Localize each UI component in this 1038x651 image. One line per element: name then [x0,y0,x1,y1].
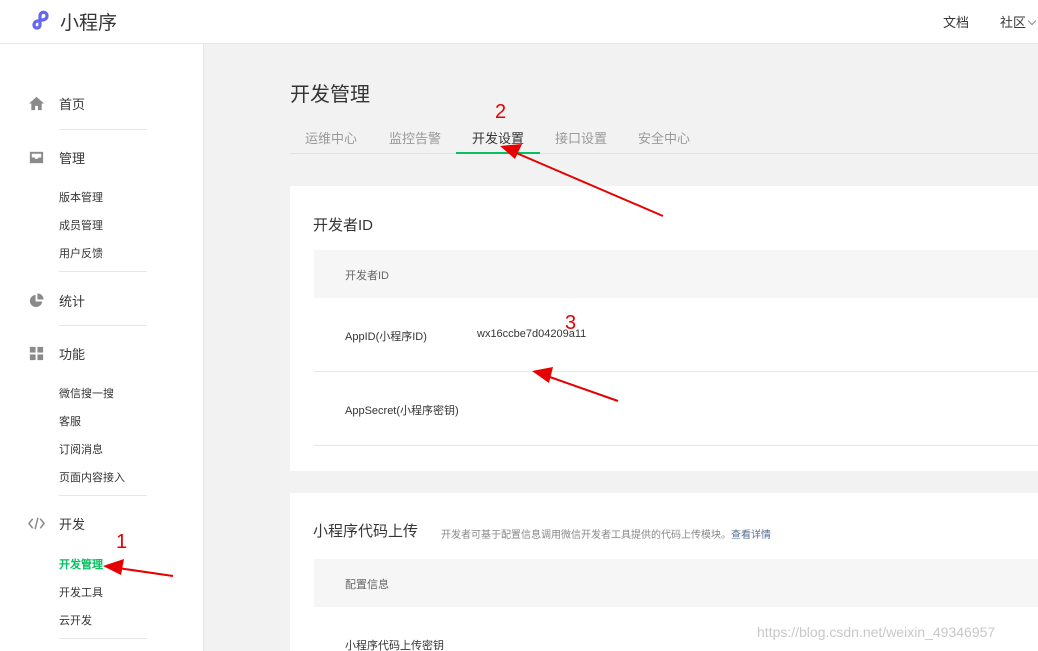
table-header-label: 配置信息 [345,579,389,591]
sidebar-item-search[interactable]: 微信搜一搜 [59,385,114,401]
sidebar-item-cloud-dev[interactable]: 云开发 [59,612,92,628]
community-label: 社区 [1000,15,1027,30]
chevron-down-icon [1027,16,1037,26]
docs-link[interactable]: 文档 [943,12,969,31]
sidebar-item-dev-tools[interactable]: 开发工具 [59,584,103,600]
table-header-label: 开发者ID [345,270,389,282]
sidebar-item-label: 管理 [59,150,86,166]
appsecret-label: AppSecret(小程序密钥) [345,405,459,417]
top-bar: 小程序 文档 社区 [0,0,1038,44]
card-title: 开发者ID [313,217,374,234]
tab-security-center[interactable]: 安全中心 [638,128,690,147]
sidebar-item-label: 首页 [59,96,86,112]
community-menu[interactable]: 社区 [1000,12,1037,31]
page-title: 开发管理 [290,84,370,106]
miniprogram-logo-icon[interactable] [30,8,54,32]
sidebar-item-label: 开发 [59,516,86,532]
sidebar: 首页 管理 版本管理 成员管理 用户反馈 统计 功能 微信搜一搜 客服 订阅消息… [0,44,204,651]
card-description: 开发者可基于配置信息调用微信开发者工具提供的代码上传模块。查看详情 [441,526,771,541]
sidebar-item-label: 统计 [59,293,86,309]
tab-monitoring[interactable]: 监控告警 [389,128,441,147]
brand-name[interactable]: 小程序 [60,8,117,35]
active-tab-indicator [456,152,540,154]
description-text: 开发者可基于配置信息调用微信开发者工具提供的代码上传模块。 [441,530,731,541]
sidebar-item-home[interactable]: 首页 [28,92,85,114]
divider [59,495,147,496]
table-header: 配置信息 [314,559,1038,607]
sidebar-item-dev[interactable]: 开发 [28,512,85,534]
divider [59,638,147,639]
sidebar-item-label: 功能 [59,346,86,362]
upload-key-label: 小程序代码上传密钥 [345,640,444,651]
row-divider [314,445,1038,446]
home-icon [28,96,45,110]
sidebar-item-members[interactable]: 成员管理 [59,217,103,233]
sidebar-item-features[interactable]: 功能 [28,342,85,364]
sidebar-item-dev-manage[interactable]: 开发管理 [59,556,103,572]
tab-bar: 运维中心 监控告警 开发设置 接口设置 安全中心 [290,116,1038,154]
pie-chart-icon [29,292,44,307]
sidebar-item-manage[interactable]: 管理 [28,146,85,168]
row-divider [314,371,1038,372]
sidebar-item-stats[interactable]: 统计 [28,289,85,311]
sidebar-item-feedback[interactable]: 用户反馈 [59,245,103,261]
sidebar-item-subscribe[interactable]: 订阅消息 [59,441,103,457]
inbox-icon [29,151,44,163]
sidebar-item-version[interactable]: 版本管理 [59,189,103,205]
view-details-link[interactable]: 查看详情 [731,530,771,541]
tab-api-settings[interactable]: 接口设置 [555,128,607,147]
divider [59,129,147,130]
divider [59,271,147,272]
main-content: 开发管理 运维中心 监控告警 开发设置 接口设置 安全中心 开发者ID 开发者I… [205,44,1038,651]
card-title: 小程序代码上传 [313,523,419,540]
developer-id-card: 开发者ID 开发者ID AppID(小程序ID) wx16ccbe7d04209… [290,186,1038,471]
table-header: 开发者ID [314,250,1038,298]
divider [59,325,147,326]
appid-value[interactable]: wx16ccbe7d04209a11 [477,328,586,340]
watermark: https://blog.csdn.net/weixin_49346957 [757,624,996,640]
sidebar-item-customer-service[interactable]: 客服 [59,413,81,429]
tab-dev-settings[interactable]: 开发设置 [472,128,524,147]
grid-icon [29,346,44,360]
tab-ops-center[interactable]: 运维中心 [305,128,357,147]
appid-label: AppID(小程序ID) [345,331,427,343]
code-icon [28,517,45,529]
sidebar-item-page-content[interactable]: 页面内容接入 [59,469,125,485]
